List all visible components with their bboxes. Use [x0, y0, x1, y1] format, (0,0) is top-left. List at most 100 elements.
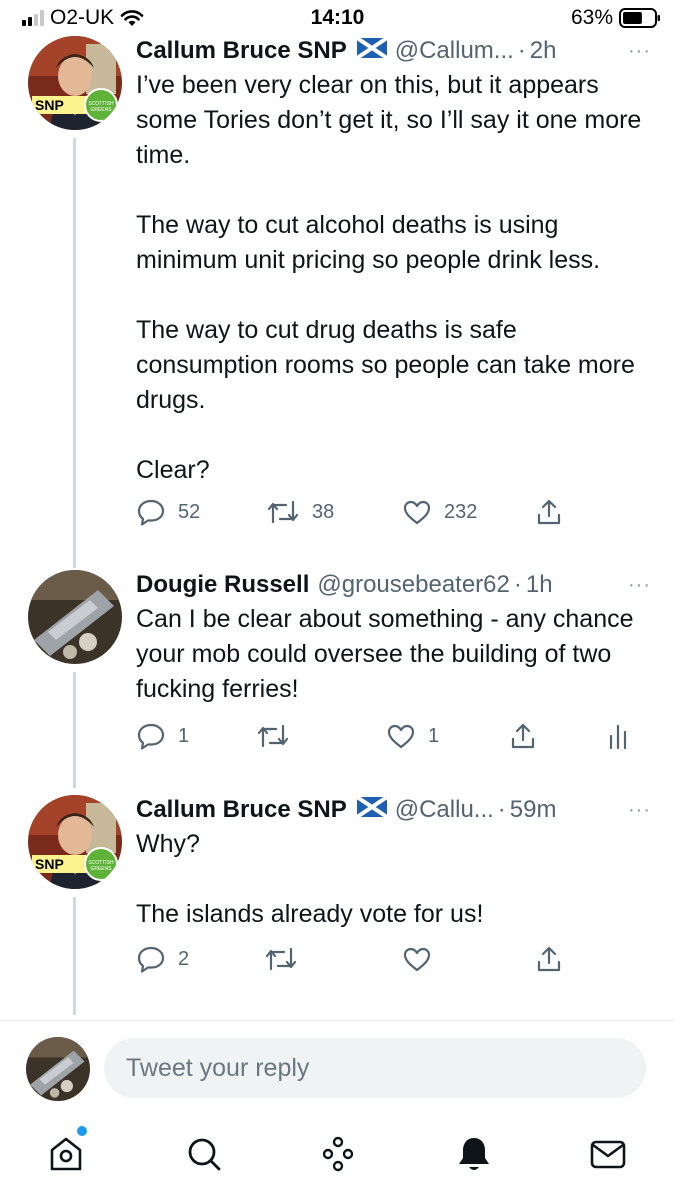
snp-badge: SNP: [32, 855, 88, 873]
snp-badge: SNP: [32, 96, 88, 114]
battery-icon: [619, 8, 660, 28]
tab-search[interactable]: [180, 1130, 228, 1178]
analytics-button[interactable]: [606, 718, 630, 754]
separator-dot: ·: [513, 571, 522, 598]
share-icon: [537, 499, 561, 525]
thread-line: [73, 138, 76, 568]
tab-spaces[interactable]: [314, 1130, 362, 1178]
avatar-dougie-russell[interactable]: [28, 570, 122, 664]
separator-dot: ·: [497, 796, 506, 823]
heart-icon: [387, 724, 415, 749]
messages-icon: [590, 1140, 626, 1169]
more-options-icon[interactable]: ···: [628, 795, 651, 825]
tweet-time[interactable]: 59m: [510, 795, 557, 825]
retweet-icon: [257, 724, 289, 748]
avatar-callum-bruce[interactable]: SNP SCOTTISH GREENS: [28, 36, 122, 130]
reply-input[interactable]: [104, 1038, 646, 1098]
share-icon: [537, 946, 561, 972]
scotland-flag-icon: [355, 795, 388, 825]
tweet-1[interactable]: SNP SCOTTISH GREENS Callum Bruce SNP @Ca…: [0, 36, 675, 568]
tweet-actions: 1 1: [136, 718, 651, 754]
reply-count: 2: [178, 947, 190, 970]
tweet-3[interactable]: SNP SCOTTISH GREENS Callum Bruce SNP @Ca…: [0, 795, 675, 1015]
more-options-icon[interactable]: ···: [628, 570, 651, 600]
reply-button[interactable]: 1: [136, 718, 189, 754]
author-name[interactable]: Callum Bruce SNP: [136, 36, 347, 66]
share-button[interactable]: [508, 718, 538, 754]
tweet-paragraph: [136, 418, 651, 453]
retweet-icon: [265, 947, 297, 971]
thread-line: [73, 672, 76, 788]
retweet-icon: [267, 500, 299, 524]
scotland-flag-icon: [355, 36, 388, 66]
tab-messages[interactable]: [584, 1130, 632, 1178]
avatar-callum-bruce[interactable]: SNP SCOTTISH GREENS: [28, 795, 122, 889]
reply-count: 1: [178, 724, 190, 747]
reply-icon: [137, 499, 165, 526]
tweet-header: Callum Bruce SNP @Callu... · 59m ···: [136, 795, 651, 825]
tweet-actions: 52 38 232: [136, 494, 651, 530]
share-button[interactable]: [534, 494, 564, 530]
home-icon: [50, 1137, 82, 1171]
tweet-paragraph: The way to cut drug deaths is safe consu…: [136, 316, 635, 414]
tweet-paragraph: Can I be clear about something - any cha…: [136, 605, 634, 703]
avatar-image: [26, 1037, 90, 1101]
tweet-time[interactable]: 2h: [530, 36, 557, 66]
tweet-body: Callum Bruce SNP @Callu... · 59m ··· Why…: [136, 795, 651, 932]
scottish-greens-badge: SCOTTISH GREENS: [84, 847, 118, 881]
like-count: 1: [428, 724, 440, 747]
reply-icon: [137, 723, 165, 750]
tweet-paragraph: Clear?: [136, 456, 210, 484]
tweet-text: Can I be clear about something - any cha…: [136, 602, 651, 707]
analytics-icon: [609, 724, 627, 750]
like-button[interactable]: [402, 941, 444, 977]
more-options-icon[interactable]: ···: [628, 36, 651, 66]
retweet-button[interactable]: [256, 718, 302, 754]
tweet-paragraph: [136, 278, 651, 313]
reply-button[interactable]: 2: [136, 941, 189, 977]
notifications-icon: [459, 1138, 489, 1170]
author-handle[interactable]: @Callum...: [395, 36, 514, 66]
author-name[interactable]: Dougie Russell: [136, 570, 309, 600]
tweet-text: I’ve been very clear on this, but it app…: [136, 68, 651, 488]
retweet-button[interactable]: 38: [266, 494, 334, 530]
tweet-2[interactable]: Dougie Russell @grousebeater62 · 1h ··· …: [0, 570, 675, 788]
reply-button[interactable]: 52: [136, 494, 200, 530]
tweet-header: Callum Bruce SNP @Callum... · 2h ···: [136, 36, 651, 66]
tweet-paragraph: Why?: [136, 830, 200, 858]
spaces-icon: [322, 1136, 354, 1172]
tweet-body: Dougie Russell @grousebeater62 · 1h ··· …: [136, 570, 651, 707]
tweet-text: Why? The islands already vote for us!: [136, 827, 651, 932]
reply-count: 52: [178, 500, 201, 523]
retweet-button[interactable]: [264, 941, 310, 977]
avatar-image: [28, 570, 122, 664]
search-icon: [188, 1138, 221, 1171]
tab-home[interactable]: [42, 1130, 90, 1178]
heart-icon: [403, 500, 431, 525]
thread-line: [73, 897, 76, 1015]
tweet-paragraph: The islands already vote for us!: [136, 900, 484, 928]
tweet-time[interactable]: 1h: [526, 570, 553, 600]
author-handle[interactable]: @grousebeater62: [317, 570, 510, 600]
like-button[interactable]: 1: [386, 718, 439, 754]
heart-icon: [403, 947, 431, 972]
reply-avatar[interactable]: [26, 1037, 90, 1101]
tab-notifications[interactable]: [450, 1130, 498, 1178]
reply-icon: [137, 946, 165, 973]
reply-separator: [0, 1020, 675, 1021]
author-handle[interactable]: @Callu...: [395, 795, 494, 825]
author-name[interactable]: Callum Bruce SNP: [136, 795, 347, 825]
like-count: 232: [444, 500, 478, 523]
status-right: 63%: [571, 6, 661, 30]
like-button[interactable]: 232: [402, 494, 477, 530]
share-icon: [511, 723, 535, 749]
tweet-paragraph: [136, 173, 651, 208]
tweet-header: Dougie Russell @grousebeater62 · 1h ···: [136, 570, 651, 600]
separator-dot: ·: [517, 37, 526, 64]
tweet-paragraph: [136, 862, 651, 897]
tweet-body: Callum Bruce SNP @Callum... · 2h ··· I’v…: [136, 36, 651, 488]
tweet-actions: 2: [136, 941, 651, 977]
battery-percent: 63%: [570, 6, 613, 29]
share-button[interactable]: [534, 941, 564, 977]
retweet-count: 38: [312, 500, 335, 523]
